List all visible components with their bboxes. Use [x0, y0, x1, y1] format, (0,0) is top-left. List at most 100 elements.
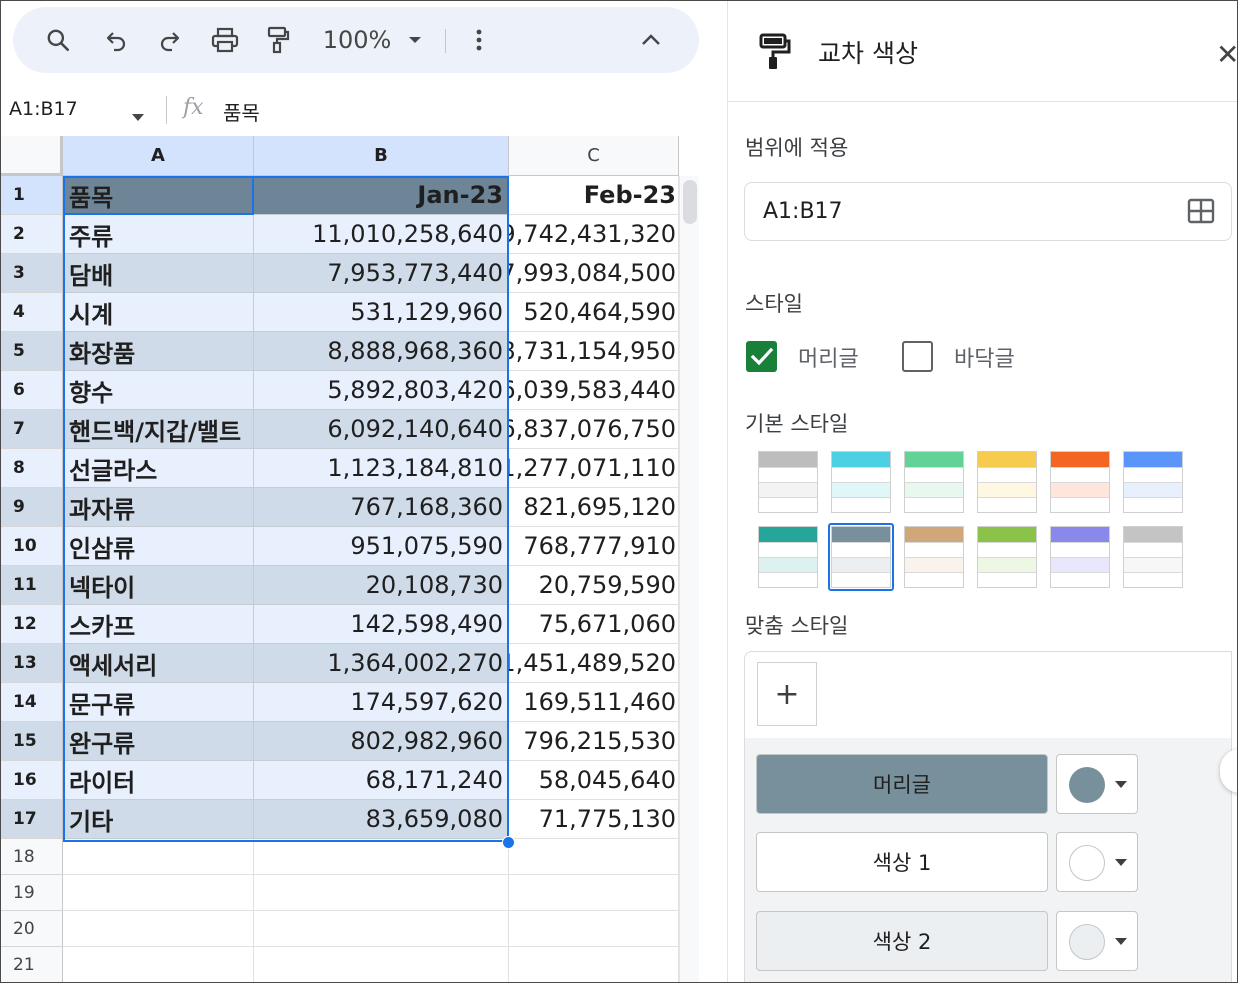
row-header[interactable]: 17	[1, 800, 63, 839]
custom-color1-button[interactable]: 색상 1	[756, 832, 1048, 892]
style-swatch[interactable]	[977, 451, 1037, 513]
search-icon[interactable]	[41, 7, 75, 73]
vertical-scrollbar[interactable]	[679, 176, 699, 982]
zoom-dropdown-icon[interactable]	[405, 7, 425, 73]
style-swatch[interactable]	[1123, 451, 1183, 513]
row-header[interactable]: 5	[1, 332, 63, 371]
select-all-corner[interactable]	[1, 136, 63, 176]
row-header[interactable]: 12	[1, 605, 63, 644]
cell-a[interactable]: 향수	[63, 371, 254, 410]
cell-b[interactable]: 767,168,360	[254, 488, 509, 527]
style-swatch[interactable]	[904, 451, 964, 513]
cell-a[interactable]	[63, 875, 254, 911]
cell-a[interactable]: 완구류	[63, 722, 254, 761]
row-header[interactable]: 6	[1, 371, 63, 410]
cell-c[interactable]: 20,759,590	[509, 566, 679, 605]
print-icon[interactable]	[207, 7, 243, 73]
row-header[interactable]: 14	[1, 683, 63, 722]
cell-c[interactable]	[509, 839, 679, 875]
cell-a[interactable]: 담배	[63, 254, 254, 293]
grid-select-icon[interactable]	[1187, 198, 1215, 228]
style-swatch[interactable]	[1050, 451, 1110, 513]
cell-c[interactable]: 768,777,910	[509, 527, 679, 566]
cell-b[interactable]	[254, 947, 509, 982]
cell-c[interactable]	[509, 947, 679, 982]
cell-a[interactable]: 화장품	[63, 332, 254, 371]
cell-c[interactable]: 75,671,060	[509, 605, 679, 644]
column-header-a[interactable]: A	[63, 136, 254, 176]
cell-c[interactable]: 520,464,590	[509, 293, 679, 332]
cell-b[interactable]: Jan-23	[254, 176, 509, 215]
cell-c[interactable]	[509, 911, 679, 947]
cell-a[interactable]: 인삼류	[63, 527, 254, 566]
more-vert-icon[interactable]	[469, 7, 489, 73]
cell-b[interactable]: 6,092,140,640	[254, 410, 509, 449]
cell-c[interactable]: 821,695,120	[509, 488, 679, 527]
name-box[interactable]: A1:B17	[9, 98, 78, 120]
cell-c[interactable]: 58,045,640	[509, 761, 679, 800]
cell-b[interactable]: 83,659,080	[254, 800, 509, 839]
cell-c[interactable]: 8,731,154,950	[509, 332, 679, 371]
cell-b[interactable]	[254, 911, 509, 947]
range-input[interactable]: A1:B17	[744, 182, 1232, 241]
style-swatch[interactable]	[904, 526, 964, 588]
row-header[interactable]: 10	[1, 527, 63, 566]
cell-a[interactable]: 스카프	[63, 605, 254, 644]
cell-c[interactable]: Feb-23	[509, 176, 679, 215]
cell-a[interactable]: 선글라스	[63, 449, 254, 488]
style-swatch[interactable]	[831, 451, 891, 513]
color2-picker[interactable]	[1056, 911, 1138, 971]
cell-b[interactable]	[254, 839, 509, 875]
cell-c[interactable]: 796,215,530	[509, 722, 679, 761]
close-icon[interactable]: ✕	[1216, 41, 1237, 69]
cell-b[interactable]: 531,129,960	[254, 293, 509, 332]
cell-b[interactable]: 951,075,590	[254, 527, 509, 566]
zoom-value[interactable]: 100%	[319, 7, 395, 73]
cell-a[interactable]: 과자류	[63, 488, 254, 527]
cell-a[interactable]	[63, 947, 254, 982]
cell-b[interactable]: 7,953,773,440	[254, 254, 509, 293]
redo-icon[interactable]	[153, 7, 187, 73]
cell-b[interactable]: 802,982,960	[254, 722, 509, 761]
cell-b[interactable]: 5,892,803,420	[254, 371, 509, 410]
row-header[interactable]: 3	[1, 254, 63, 293]
cell-a[interactable]: 문구류	[63, 683, 254, 722]
cell-c[interactable]: 1,451,489,520	[509, 644, 679, 683]
row-header[interactable]: 18	[1, 839, 63, 875]
cell-c[interactable]: 71,775,130	[509, 800, 679, 839]
row-header[interactable]: 2	[1, 215, 63, 254]
cell-c[interactable]: 169,511,460	[509, 683, 679, 722]
header-color-picker[interactable]	[1056, 754, 1138, 814]
collapse-icon[interactable]	[639, 7, 663, 73]
row-header[interactable]: 9	[1, 488, 63, 527]
paint-format-icon[interactable]	[261, 7, 295, 73]
style-swatch[interactable]	[977, 526, 1037, 588]
style-swatch[interactable]	[758, 451, 818, 513]
scrollbar-thumb[interactable]	[683, 180, 697, 224]
formula-input[interactable]: 품목	[223, 97, 260, 126]
cell-a[interactable]: 품목	[63, 176, 254, 215]
cell-a[interactable]: 주류	[63, 215, 254, 254]
footer-checkbox[interactable]	[902, 341, 933, 372]
cell-c[interactable]: 7,993,084,500	[509, 254, 679, 293]
style-swatch[interactable]	[758, 526, 818, 588]
cell-c[interactable]: 1,277,071,110	[509, 449, 679, 488]
cell-c[interactable]: 6,837,076,750	[509, 410, 679, 449]
cell-b[interactable]: 20,108,730	[254, 566, 509, 605]
row-header[interactable]: 20	[1, 911, 63, 947]
row-header[interactable]: 19	[1, 875, 63, 911]
cell-a[interactable]: 핸드백/지갑/밸트	[63, 410, 254, 449]
cell-c[interactable]: 9,742,431,320	[509, 215, 679, 254]
row-header[interactable]: 4	[1, 293, 63, 332]
header-checkbox[interactable]	[746, 341, 777, 372]
cell-a[interactable]: 넥타이	[63, 566, 254, 605]
cell-b[interactable]: 142,598,490	[254, 605, 509, 644]
cell-a[interactable]: 액세서리	[63, 644, 254, 683]
add-custom-style-button[interactable]: +	[757, 662, 817, 726]
cell-b[interactable]	[254, 875, 509, 911]
custom-color2-button[interactable]: 색상 2	[756, 911, 1048, 971]
style-swatch[interactable]	[1050, 526, 1110, 588]
color1-picker[interactable]	[1056, 832, 1138, 892]
cell-a[interactable]: 시계	[63, 293, 254, 332]
name-box-dropdown-icon[interactable]	[131, 107, 145, 126]
